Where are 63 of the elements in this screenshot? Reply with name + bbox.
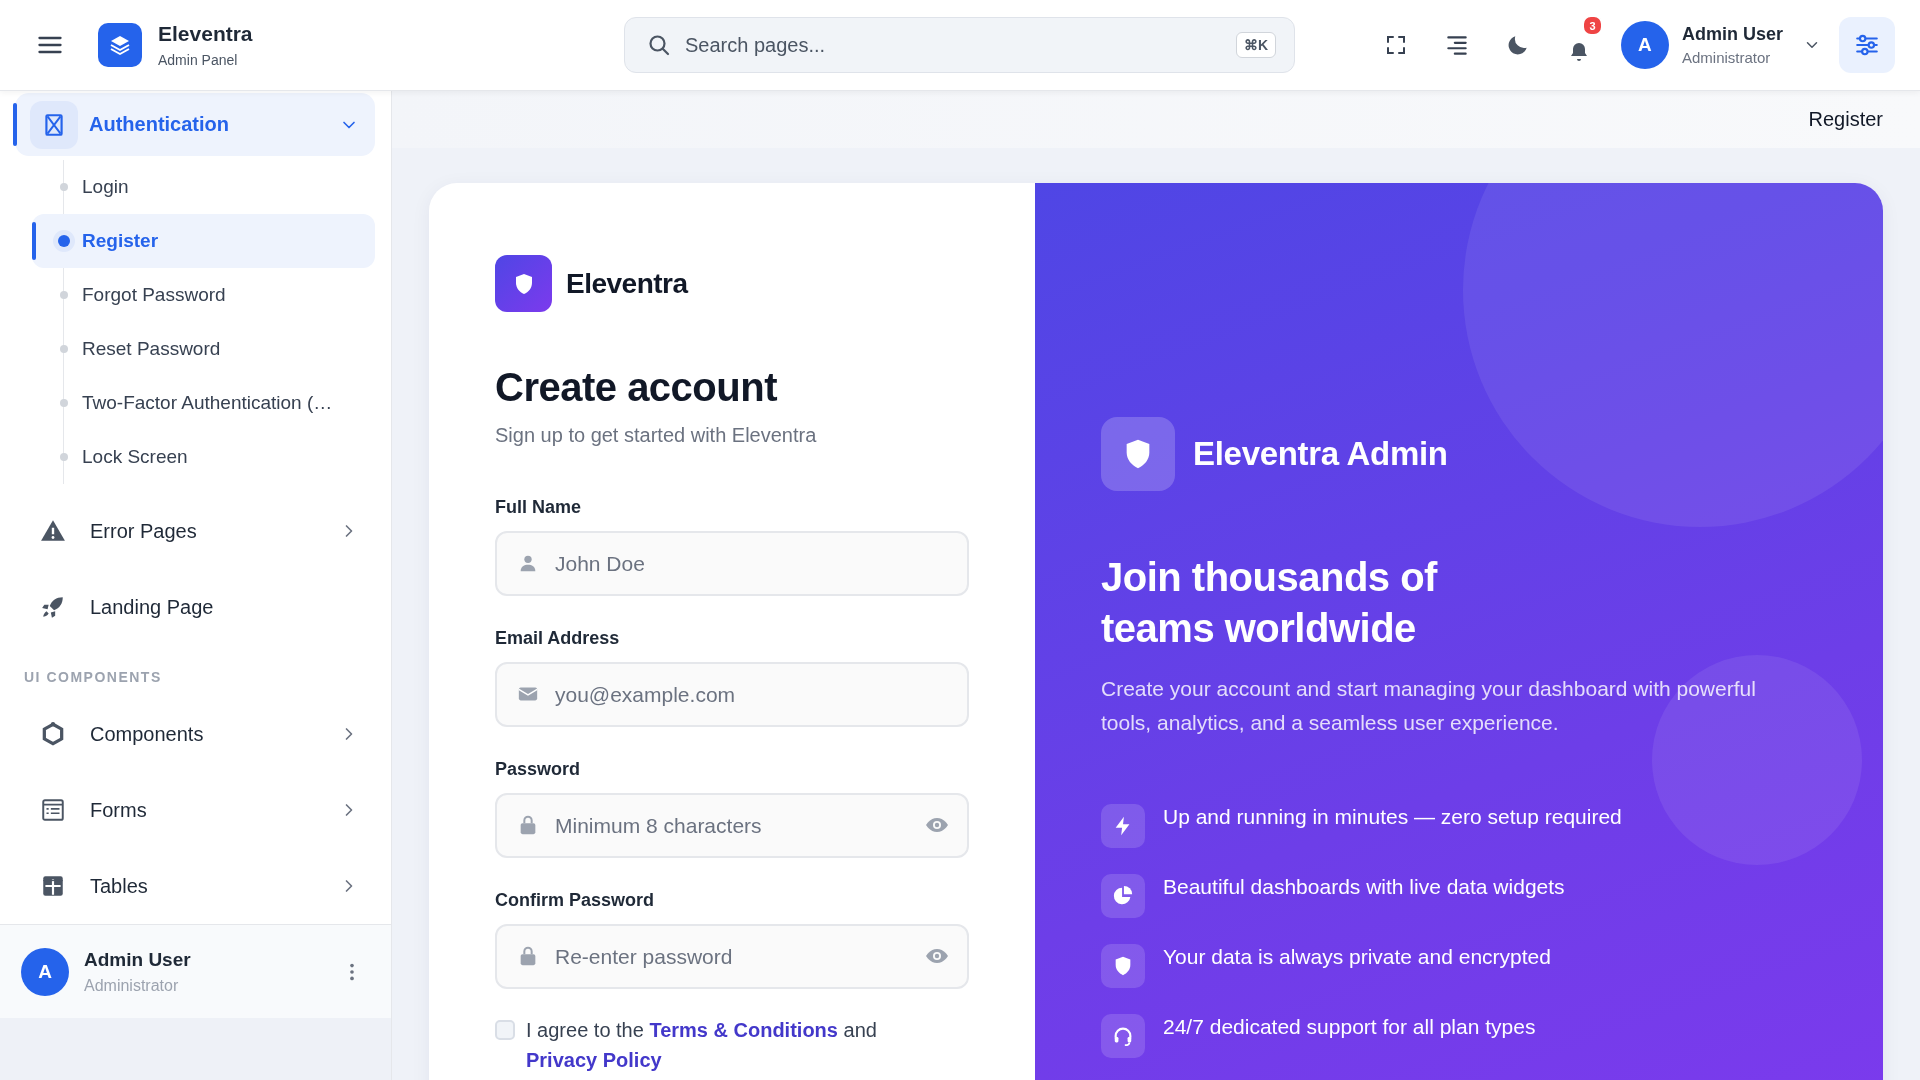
user-name: Admin User	[84, 948, 192, 971]
pie-chart-icon	[1101, 874, 1145, 918]
sidebar-item[interactable]: Forms	[15, 772, 375, 848]
input-field[interactable]: Minimum 8 characters	[495, 793, 969, 858]
section-heading: UI COMPONENTS	[23, 668, 163, 687]
sidebar-item[interactable]: Components	[15, 696, 375, 772]
bolt-icon	[1101, 804, 1145, 848]
submenu-item[interactable]: Forgot Password	[32, 268, 375, 322]
form-subtitle: Sign up to get started with Eleventra	[495, 423, 818, 448]
sliders-icon[interactable]	[1854, 32, 1880, 58]
avatar[interactable]: A	[21, 947, 69, 996]
field-label: Full Name	[495, 496, 582, 518]
shortcut-hint: ⌘K	[1235, 32, 1276, 58]
warning-icon	[40, 518, 66, 544]
submenu-item[interactable]: Lock Screen	[32, 430, 375, 484]
shield-icon	[1101, 417, 1175, 491]
user-role: Administrator	[84, 976, 180, 995]
form-icon	[40, 797, 66, 823]
user-name: Admin User	[1681, 24, 1783, 45]
brand-name: Eleventra	[566, 267, 688, 300]
search-field[interactable]: Search pages... ⌘K	[624, 17, 1295, 73]
policy-link[interactable]: Privacy Policy	[526, 1049, 662, 1071]
cube-icon	[40, 721, 66, 747]
promo-text: Create your account and start managing your dashboard with powerful tools, analytics, and a seamless user experience.	[1101, 676, 1757, 736]
submenu-item[interactable]: Register	[32, 214, 375, 268]
form-title: Create account	[495, 364, 778, 411]
promo-heading: Join thousands of teams worldwide	[1101, 554, 1439, 652]
avatar[interactable]: A	[1620, 21, 1669, 69]
field-label: Email Address	[495, 627, 620, 649]
breadcrumb: Register	[1808, 108, 1883, 131]
sidebar-item[interactable]: Authentication	[15, 93, 375, 156]
brand-subtitle: Admin Panel	[158, 50, 239, 70]
sidebar-item[interactable]: Landing Page	[15, 569, 375, 645]
agreement-checkbox[interactable]	[495, 1020, 515, 1040]
policy-link[interactable]: Terms & Conditions	[649, 1019, 838, 1041]
logo-icon	[98, 23, 142, 67]
logo-icon	[495, 255, 552, 312]
brand-name: Eleventra	[158, 20, 253, 47]
feature-text: Your data is always private and encrypted	[1163, 944, 1551, 970]
agreement-text: I agree to the Terms & Conditions and Privacy Policy	[526, 1018, 878, 1073]
user-role: Administrator	[1681, 49, 1772, 66]
headset-icon	[1101, 1014, 1145, 1058]
shield-icon	[1101, 944, 1145, 988]
submenu-item[interactable]: Reset Password	[32, 322, 375, 376]
input-field[interactable]: Re-enter password	[495, 924, 969, 989]
grid-icon	[40, 873, 66, 899]
promo-brand: Eleventra Admin	[1193, 435, 1448, 473]
notification-badge: 3	[1581, 15, 1603, 36]
input-field[interactable]: you@example.com	[495, 662, 969, 727]
search-icon	[647, 33, 671, 57]
submenu-item[interactable]: Login	[32, 160, 375, 214]
feature-text: Up and running in minutes — zero setup required	[1163, 804, 1622, 830]
sidebar-item[interactable]: Tables	[15, 848, 375, 924]
feature-text: Beautiful dashboards with live data widgets	[1163, 874, 1565, 900]
input-field[interactable]: John Doe	[495, 531, 969, 596]
search-input[interactable]: Search pages...	[683, 32, 1224, 58]
field-label: Confirm Password	[495, 889, 655, 911]
feature-text: 24/7 dedicated support for all plan types	[1163, 1014, 1536, 1040]
rocket-icon	[40, 594, 66, 620]
sidebar-item[interactable]: Error Pages	[15, 493, 375, 569]
submenu-item[interactable]: Two-Factor Authentication (…	[32, 376, 375, 430]
field-label: Password	[495, 758, 581, 780]
settings-button[interactable]	[1839, 17, 1895, 73]
